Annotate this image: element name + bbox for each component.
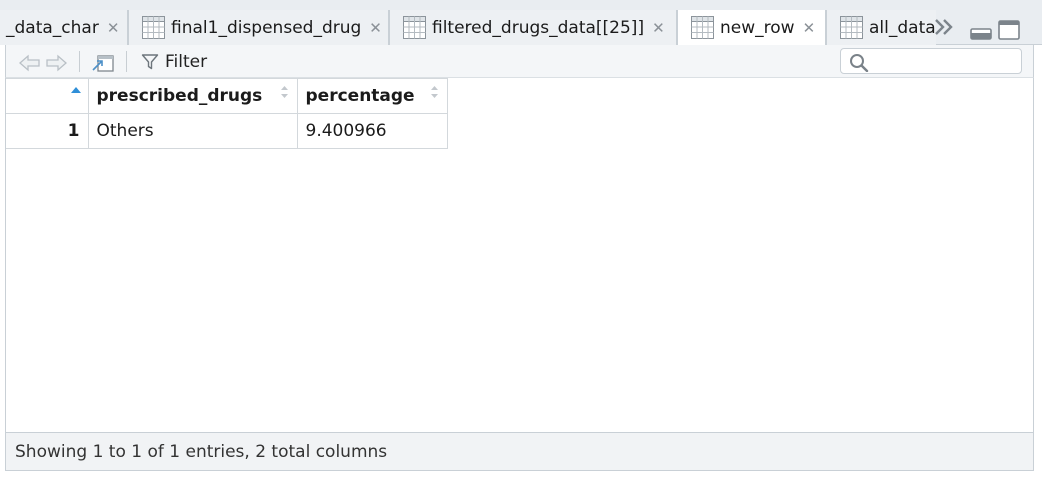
tab-label: new_row [720,17,795,38]
popout-window-icon[interactable] [91,53,115,73]
toolbar-divider [126,51,127,72]
filter-button[interactable]: Filter [141,51,207,73]
header-row: prescribed_drugs percentage [6,78,448,114]
status-bar: Showing 1 to 1 of 1 entries, 2 total col… [5,432,1034,471]
tab-final1-dispensed-drug[interactable]: final1_dispensed_drug ✕ [128,10,389,45]
search-input[interactable] [873,51,1017,71]
tab-label: all_data [869,17,936,38]
tab-all-data[interactable]: all_data [826,10,936,45]
tab-label: filtered_drugs_data[[25]] [432,17,645,38]
tab-data-char[interactable]: _data_char ✕ [0,10,128,45]
toolbar-divider [79,51,80,72]
forward-arrow-icon[interactable] [45,54,67,72]
table-grid-icon [403,16,426,39]
filter-label: Filter [165,52,208,72]
sort-icon [280,86,288,98]
minimize-icon[interactable] [970,28,992,40]
back-arrow-icon[interactable] [19,54,41,72]
tab-label: _data_char [6,17,99,38]
viewer-toolbar: Filter [5,45,1034,78]
close-icon[interactable]: ✕ [369,19,382,37]
maximize-icon[interactable] [998,20,1020,40]
column-header-label: percentage [305,86,415,106]
column-header-prescribed-drugs[interactable]: prescribed_drugs [87,78,298,114]
data-table: prescribed_drugs percentage 1 Others 9.4… [6,78,448,149]
tab-bar: _data_char ✕ final1_dispensed_drug ✕ fil… [0,0,1042,46]
search-icon [850,54,869,72]
prescribed-drugs-cell[interactable]: Others [87,113,298,149]
row-index-header[interactable] [6,78,89,114]
tab-filtered-drugs-data[interactable]: filtered_drugs_data[[25]] ✕ [389,10,677,45]
table-grid-icon [840,16,863,39]
row-index-cell: 1 [6,113,89,149]
table-grid-icon [691,16,714,39]
tab-label: final1_dispensed_drug [171,17,362,38]
tab-new-row[interactable]: new_row ✕ [677,10,826,46]
data-grid: prescribed_drugs percentage 1 Others 9.4… [5,78,1034,433]
sort-icon [430,86,438,98]
table-row[interactable]: 1 Others 9.400966 [6,113,448,149]
close-icon[interactable]: ✕ [107,19,120,37]
double-chevron-right-icon[interactable] [933,16,957,38]
column-header-label: prescribed_drugs [96,86,263,106]
entries-summary: Showing 1 to 1 of 1 entries, 2 total col… [15,441,388,462]
column-header-percentage[interactable]: percentage [296,78,448,114]
percentage-cell[interactable]: 9.400966 [296,113,448,149]
search-box[interactable] [840,48,1022,74]
table-grid-icon [142,16,165,39]
close-icon[interactable]: ✕ [803,19,816,37]
close-icon[interactable]: ✕ [652,19,665,37]
funnel-icon [141,54,159,70]
sort-ascending-icon [70,87,81,93]
